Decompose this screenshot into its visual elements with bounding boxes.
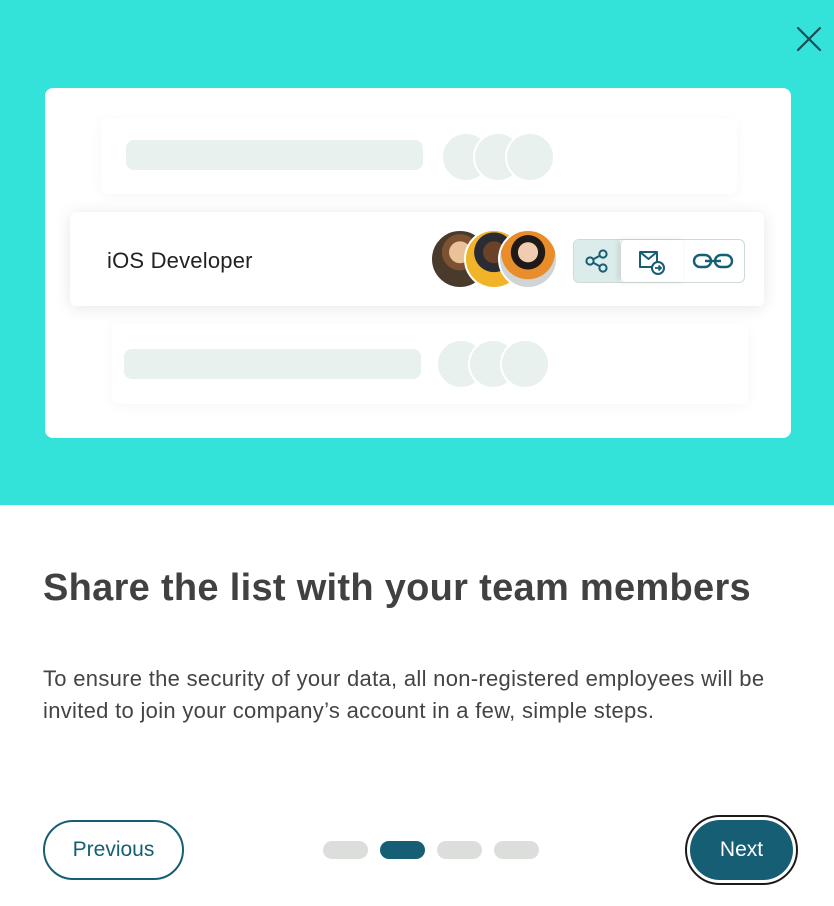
next-button[interactable]: Next (685, 815, 798, 885)
share-icon (585, 249, 608, 273)
share-button (574, 240, 620, 282)
avatar (498, 229, 558, 289)
placeholder-row (101, 118, 737, 194)
placeholder-avatar (505, 132, 555, 182)
hero-banner: iOS Developer (0, 0, 834, 505)
step-dot-2[interactable] (380, 841, 425, 859)
job-list-row: iOS Developer (70, 212, 764, 306)
step-dot-3[interactable] (437, 841, 482, 859)
step-dot-1[interactable] (323, 841, 368, 859)
copy-link-button (682, 240, 744, 282)
share-actions (573, 239, 745, 283)
skeleton-text-bar (124, 349, 421, 379)
next-button-label: Next (690, 820, 793, 880)
step-dot-4[interactable] (494, 841, 539, 859)
placeholder-avatar (500, 339, 550, 389)
close-button[interactable] (792, 22, 826, 56)
email-forward-icon (639, 251, 665, 275)
previous-button[interactable]: Previous (43, 820, 184, 880)
link-icon (692, 253, 734, 269)
email-invite-button (620, 240, 683, 282)
placeholder-row (112, 324, 748, 404)
skeleton-text-bar (126, 140, 423, 170)
close-icon (796, 26, 822, 52)
modal-description: To ensure the security of your data, all… (43, 666, 765, 723)
job-title: iOS Developer (107, 248, 253, 273)
step-indicator (323, 841, 543, 859)
illustration-card: iOS Developer (45, 88, 791, 438)
modal-title: Share the list with your team members (43, 567, 751, 609)
